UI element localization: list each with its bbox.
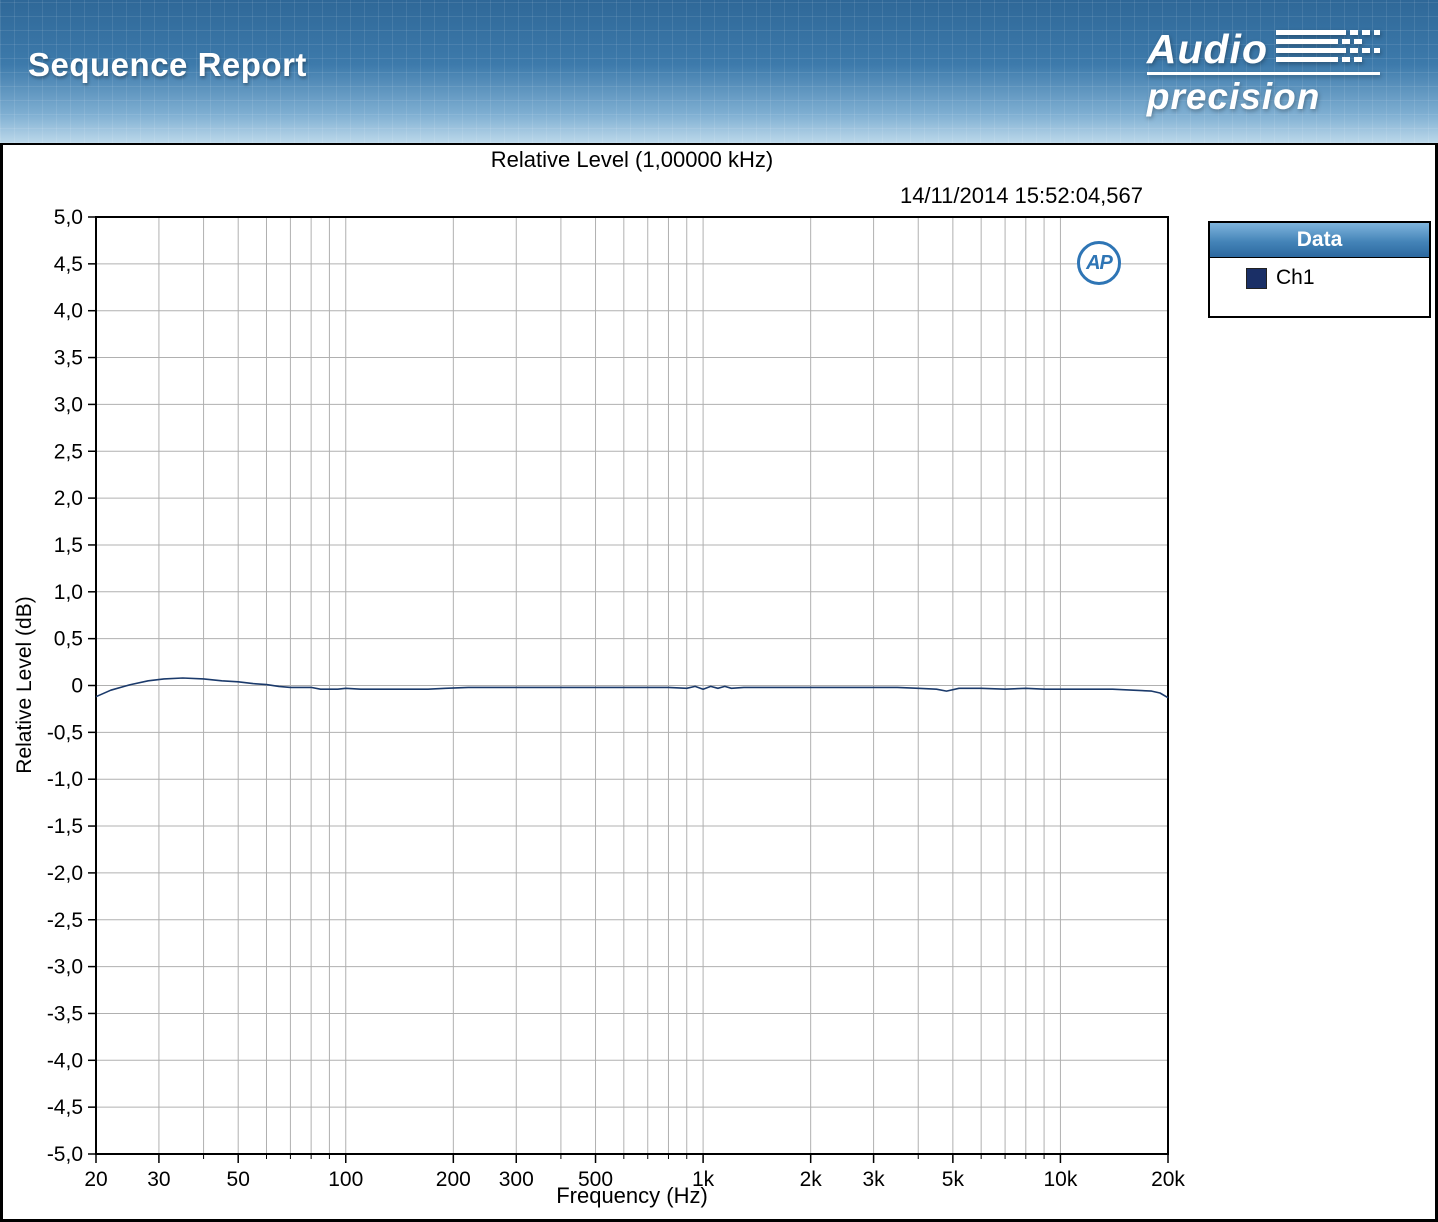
ch1-color-swatch [1246,268,1267,289]
ch1-legend-label: Ch1 [1276,266,1315,290]
svg-text:-4,5: -4,5 [47,1096,83,1119]
svg-text:-0,5: -0,5 [47,721,83,744]
svg-text:-4,0: -4,0 [47,1049,83,1072]
equalizer-bars-icon [1276,30,1380,63]
logo-text-precision: precision [1147,72,1380,115]
ap-logo-icon: AP [1077,241,1121,285]
svg-text:-3,0: -3,0 [47,956,83,979]
svg-text:1,5: 1,5 [54,534,83,557]
y-axis-label: Relative Level (dB) [13,596,37,773]
svg-text:-1,0: -1,0 [47,768,83,791]
audio-precision-logo: Audio precision [1147,30,1380,115]
svg-text:4,5: 4,5 [54,253,83,276]
svg-text:-3,5: -3,5 [47,1002,83,1025]
svg-text:-1,5: -1,5 [47,815,83,838]
svg-text:2,5: 2,5 [54,440,83,463]
x-axis-label: Frequency (Hz) [96,1183,1168,1209]
svg-text:3,5: 3,5 [54,347,83,370]
svg-text:2,0: 2,0 [54,487,83,510]
report-header: Sequence Report Audio precision [0,0,1438,143]
svg-text:1,0: 1,0 [54,581,83,604]
logo-text-audio: Audio [1147,31,1268,68]
svg-text:3,0: 3,0 [54,393,83,416]
legend-header: Data [1210,223,1429,258]
report-body: Relative Level (1,00000 kHz) 14/11/2014 … [0,143,1438,1222]
svg-text:-5,0: -5,0 [47,1143,83,1166]
svg-text:0: 0 [71,675,83,698]
sequence-report-page: Sequence Report Audio precision Relative… [0,0,1438,1222]
legend-body: Ch1 [1210,258,1429,316]
legend: Data Ch1 [1208,221,1431,318]
svg-text:0,5: 0,5 [54,628,83,651]
svg-text:-2,5: -2,5 [47,909,83,932]
svg-text:4,0: 4,0 [54,300,83,323]
svg-text:5,0: 5,0 [54,206,83,229]
svg-text:-2,0: -2,0 [47,862,83,885]
page-title: Sequence Report [28,46,307,84]
